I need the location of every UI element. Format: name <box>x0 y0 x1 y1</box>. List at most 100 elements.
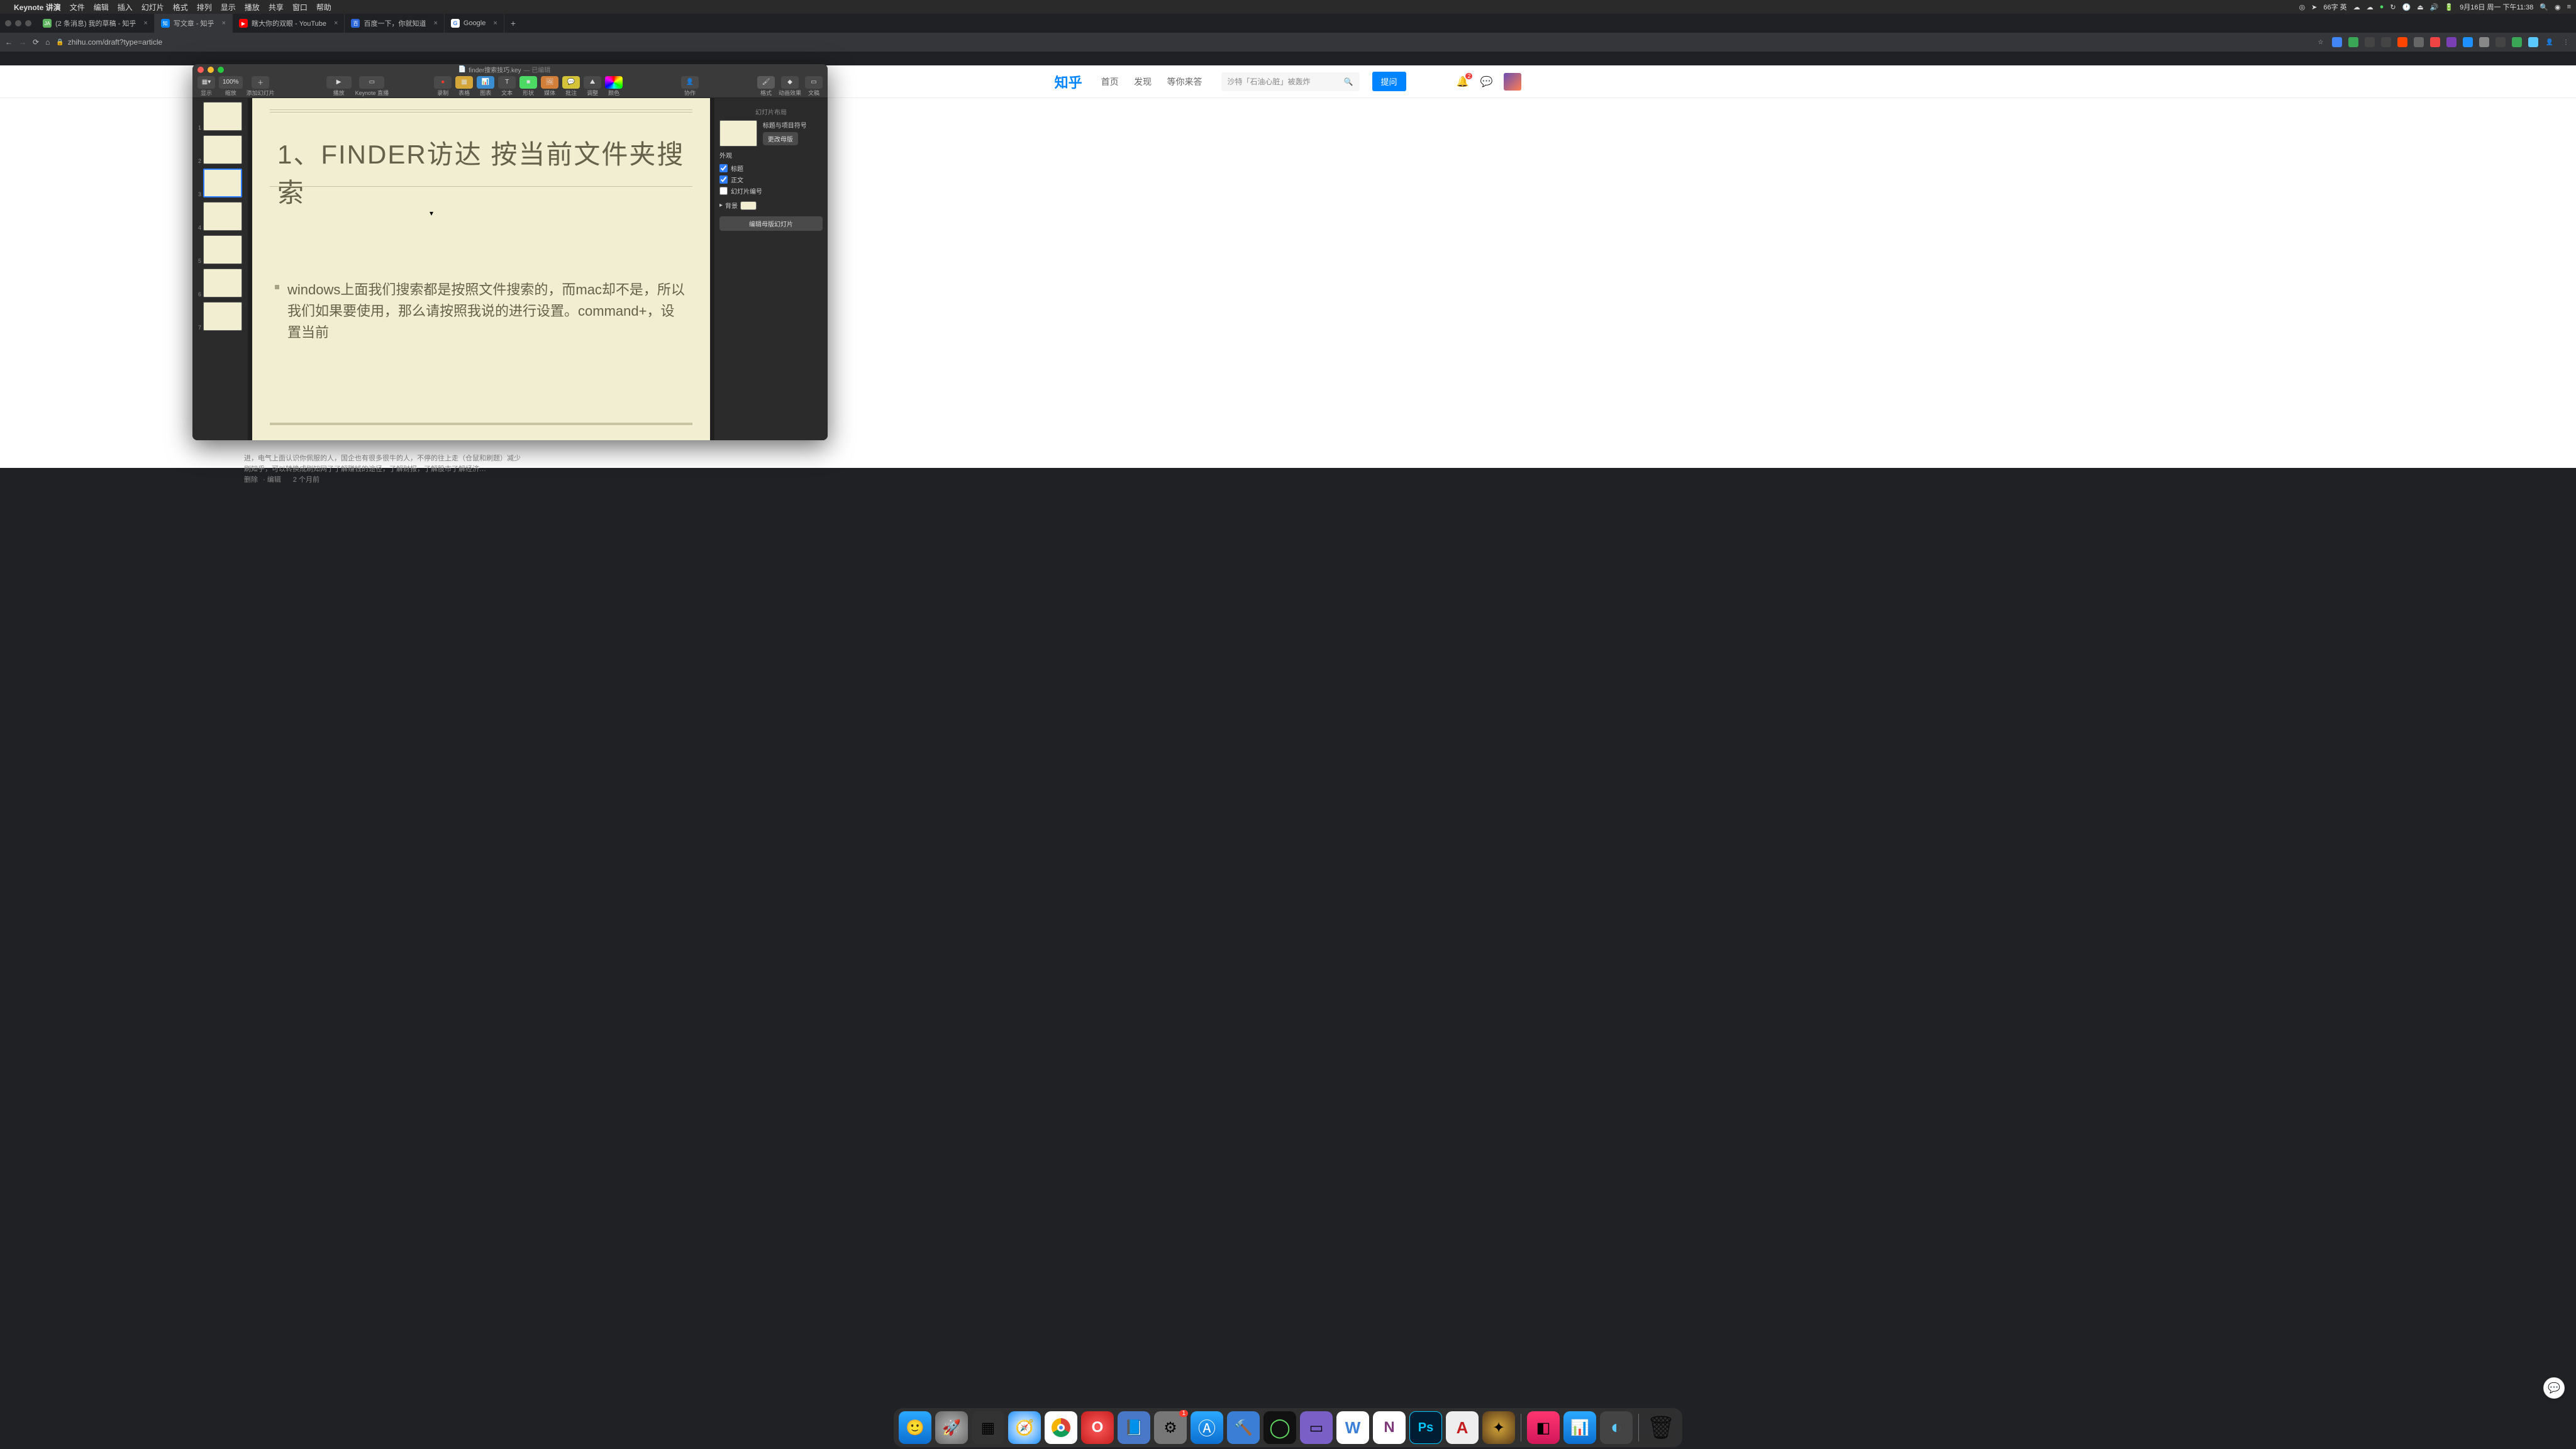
status-dot-icon[interactable]: ● <box>2380 3 2384 11</box>
status-refresh-icon[interactable]: ↻ <box>2390 3 2396 11</box>
zhihu-search-input[interactable]: 沙特「石油心脏」被轰炸 🔍 <box>1221 72 1360 91</box>
change-master-button[interactable]: 更改母版 <box>763 132 798 145</box>
slide-body[interactable]: windows上面我们搜索都是按照文件搜索的，而mac却不是，所以我们如果要使用… <box>287 279 685 343</box>
tab-1[interactable]: 知写文章 - 知乎× <box>155 14 233 33</box>
ext-icon[interactable] <box>2397 37 2407 47</box>
tab-0[interactable]: JA(2 条消息) 我的草稿 - 知乎× <box>36 14 155 33</box>
dock-photoshop[interactable]: Ps <box>1409 1411 1442 1444</box>
tb-zoom[interactable]: 100% 缩放 <box>219 76 243 97</box>
thumb-6[interactable]: 6 <box>196 269 244 297</box>
menu-file[interactable]: 文件 <box>70 2 85 13</box>
chk-body[interactable]: 正文 <box>719 175 823 184</box>
dock-opera[interactable]: O <box>1081 1411 1114 1444</box>
traffic-min-icon[interactable] <box>15 20 21 26</box>
menu-insert[interactable]: 插入 <box>118 2 133 13</box>
dock-trash[interactable]: 🗑 <box>1645 1411 1677 1444</box>
thumb-2[interactable]: 2 <box>196 135 244 164</box>
slide-title[interactable]: 1、FINDER访达 按当前文件夹搜索 <box>277 133 691 210</box>
tb-record[interactable]: ●录制 <box>434 76 452 97</box>
close-icon[interactable]: × <box>493 19 497 27</box>
zhihu-ask-button[interactable]: 提问 <box>1372 72 1406 91</box>
dock-keynote[interactable]: 📊 <box>1563 1411 1596 1444</box>
zhihu-nav-discover[interactable]: 发现 <box>1134 77 1152 87</box>
status-cloud-icon[interactable]: ☁ <box>2353 3 2360 11</box>
status-volume-icon[interactable]: 🔊 <box>2430 3 2439 11</box>
keynote-filename[interactable]: finder搜索技巧.key <box>469 65 521 74</box>
background-disclosure[interactable]: ▸ 背景 <box>719 201 823 210</box>
tb-shape[interactable]: ■形状 <box>519 76 537 97</box>
browser-menu-icon[interactable]: ⋮ <box>2561 37 2571 47</box>
url-input[interactable]: 🔒 zhihu.com/draft?type=article <box>56 38 685 47</box>
status-battery-icon[interactable]: 🔋 <box>2445 3 2453 11</box>
dock-appstore[interactable]: Ⓐ <box>1191 1411 1223 1444</box>
status-datetime[interactable]: 9月16日 周一 下午11:38 <box>2460 2 2533 12</box>
status-input-method[interactable]: 66字 英 <box>2323 2 2346 12</box>
message-icon[interactable]: 💬 <box>1480 75 1492 88</box>
nav-back-icon[interactable]: ← <box>5 38 13 47</box>
thumb-4[interactable]: 4 <box>196 202 244 231</box>
ext-icon[interactable] <box>2496 37 2506 47</box>
dock-safari[interactable]: 🧭 <box>1008 1411 1041 1444</box>
tab-3[interactable]: 百百度一下，你就知道× <box>345 14 444 33</box>
tb-media[interactable]: 🖼媒体 <box>541 76 558 97</box>
background-swatch[interactable] <box>740 201 757 210</box>
menu-play[interactable]: 播放 <box>245 2 260 13</box>
traffic-max-icon[interactable] <box>218 67 224 73</box>
dock-onenote[interactable]: N <box>1373 1411 1406 1444</box>
zhihu-nav-answer[interactable]: 等你来答 <box>1167 77 1202 87</box>
tb-comment[interactable]: 💬批注 <box>562 76 580 97</box>
dock-cleanmymac[interactable]: ◧ <box>1527 1411 1560 1444</box>
notification-center-icon[interactable]: ≡ <box>2567 3 2571 11</box>
chat-fab-button[interactable]: 💬 <box>2543 1377 2565 1399</box>
zhihu-logo[interactable]: 知乎 <box>1055 72 1082 92</box>
traffic-close-icon[interactable] <box>197 67 204 73</box>
ext-icon[interactable] <box>2414 37 2424 47</box>
ext-icon[interactable] <box>2512 37 2522 47</box>
tb-animate[interactable]: ◆动画效果 <box>779 76 801 97</box>
ext-icon[interactable] <box>2365 37 2375 47</box>
menu-view[interactable]: 显示 <box>221 2 236 13</box>
menu-share[interactable]: 共享 <box>269 2 284 13</box>
dock-mission-control[interactable]: ▦ <box>972 1411 1004 1444</box>
menu-edit[interactable]: 编辑 <box>94 2 109 13</box>
slide-content[interactable]: 1、FINDER访达 按当前文件夹搜索 windows上面我们搜索都是按照文件搜… <box>252 98 710 440</box>
dock-hearthstone[interactable]: ✦ <box>1482 1411 1515 1444</box>
profile-avatar-icon[interactable]: 👤 <box>2545 37 2555 47</box>
ext-icon[interactable] <box>2463 37 2473 47</box>
ext-icon[interactable] <box>2528 37 2538 47</box>
tb-collab[interactable]: 👤协作 <box>681 76 699 97</box>
traffic-max-icon[interactable] <box>25 20 31 26</box>
delete-link[interactable]: 删除 <box>244 476 258 484</box>
ext-icon[interactable] <box>2479 37 2489 47</box>
nav-home-icon[interactable]: ⌂ <box>45 38 50 47</box>
close-icon[interactable]: × <box>433 19 437 27</box>
chk-title[interactable]: 标题 <box>719 164 823 173</box>
user-avatar[interactable] <box>1504 73 1521 91</box>
notification-bell-icon[interactable]: 🔔2 <box>1457 75 1469 88</box>
tb-adjust[interactable]: ⛰调整 <box>584 76 601 97</box>
tb-table[interactable]: ▦表格 <box>455 76 473 97</box>
ext-icon[interactable] <box>2381 37 2391 47</box>
app-name[interactable]: Keynote 讲演 <box>14 2 61 13</box>
tb-color[interactable]: 颜色 <box>605 76 623 97</box>
dock-wps[interactable]: W <box>1336 1411 1369 1444</box>
status-eject-icon[interactable]: ⏏ <box>2417 3 2423 11</box>
nav-reload-icon[interactable]: ⟳ <box>33 38 39 47</box>
tab-4[interactable]: GGoogle× <box>445 14 504 33</box>
menu-format[interactable]: 格式 <box>173 2 188 13</box>
chk-slide-number[interactable]: 幻灯片编号 <box>719 186 823 196</box>
traffic-min-icon[interactable] <box>208 67 214 73</box>
new-tab-button[interactable]: + <box>504 18 522 28</box>
menu-arrange[interactable]: 排列 <box>197 2 212 13</box>
dock-launchpad[interactable]: 🚀 <box>935 1411 968 1444</box>
status-cloud2-icon[interactable]: ☁ <box>2367 3 2373 11</box>
spotlight-icon[interactable]: 🔍 <box>2540 3 2548 11</box>
tb-add-slide[interactable]: ＋ 添加幻灯片 <box>247 76 275 97</box>
edit-master-button[interactable]: 编辑母版幻灯片 <box>719 216 823 231</box>
ext-icon[interactable] <box>2446 37 2457 47</box>
tb-chart[interactable]: 📊图表 <box>477 76 494 97</box>
dock-xcode[interactable]: 🔨 <box>1227 1411 1260 1444</box>
tb-live[interactable]: ▭ Keynote 直播 <box>355 76 389 97</box>
zhihu-nav-home[interactable]: 首页 <box>1101 77 1119 87</box>
close-icon[interactable]: × <box>334 19 338 27</box>
